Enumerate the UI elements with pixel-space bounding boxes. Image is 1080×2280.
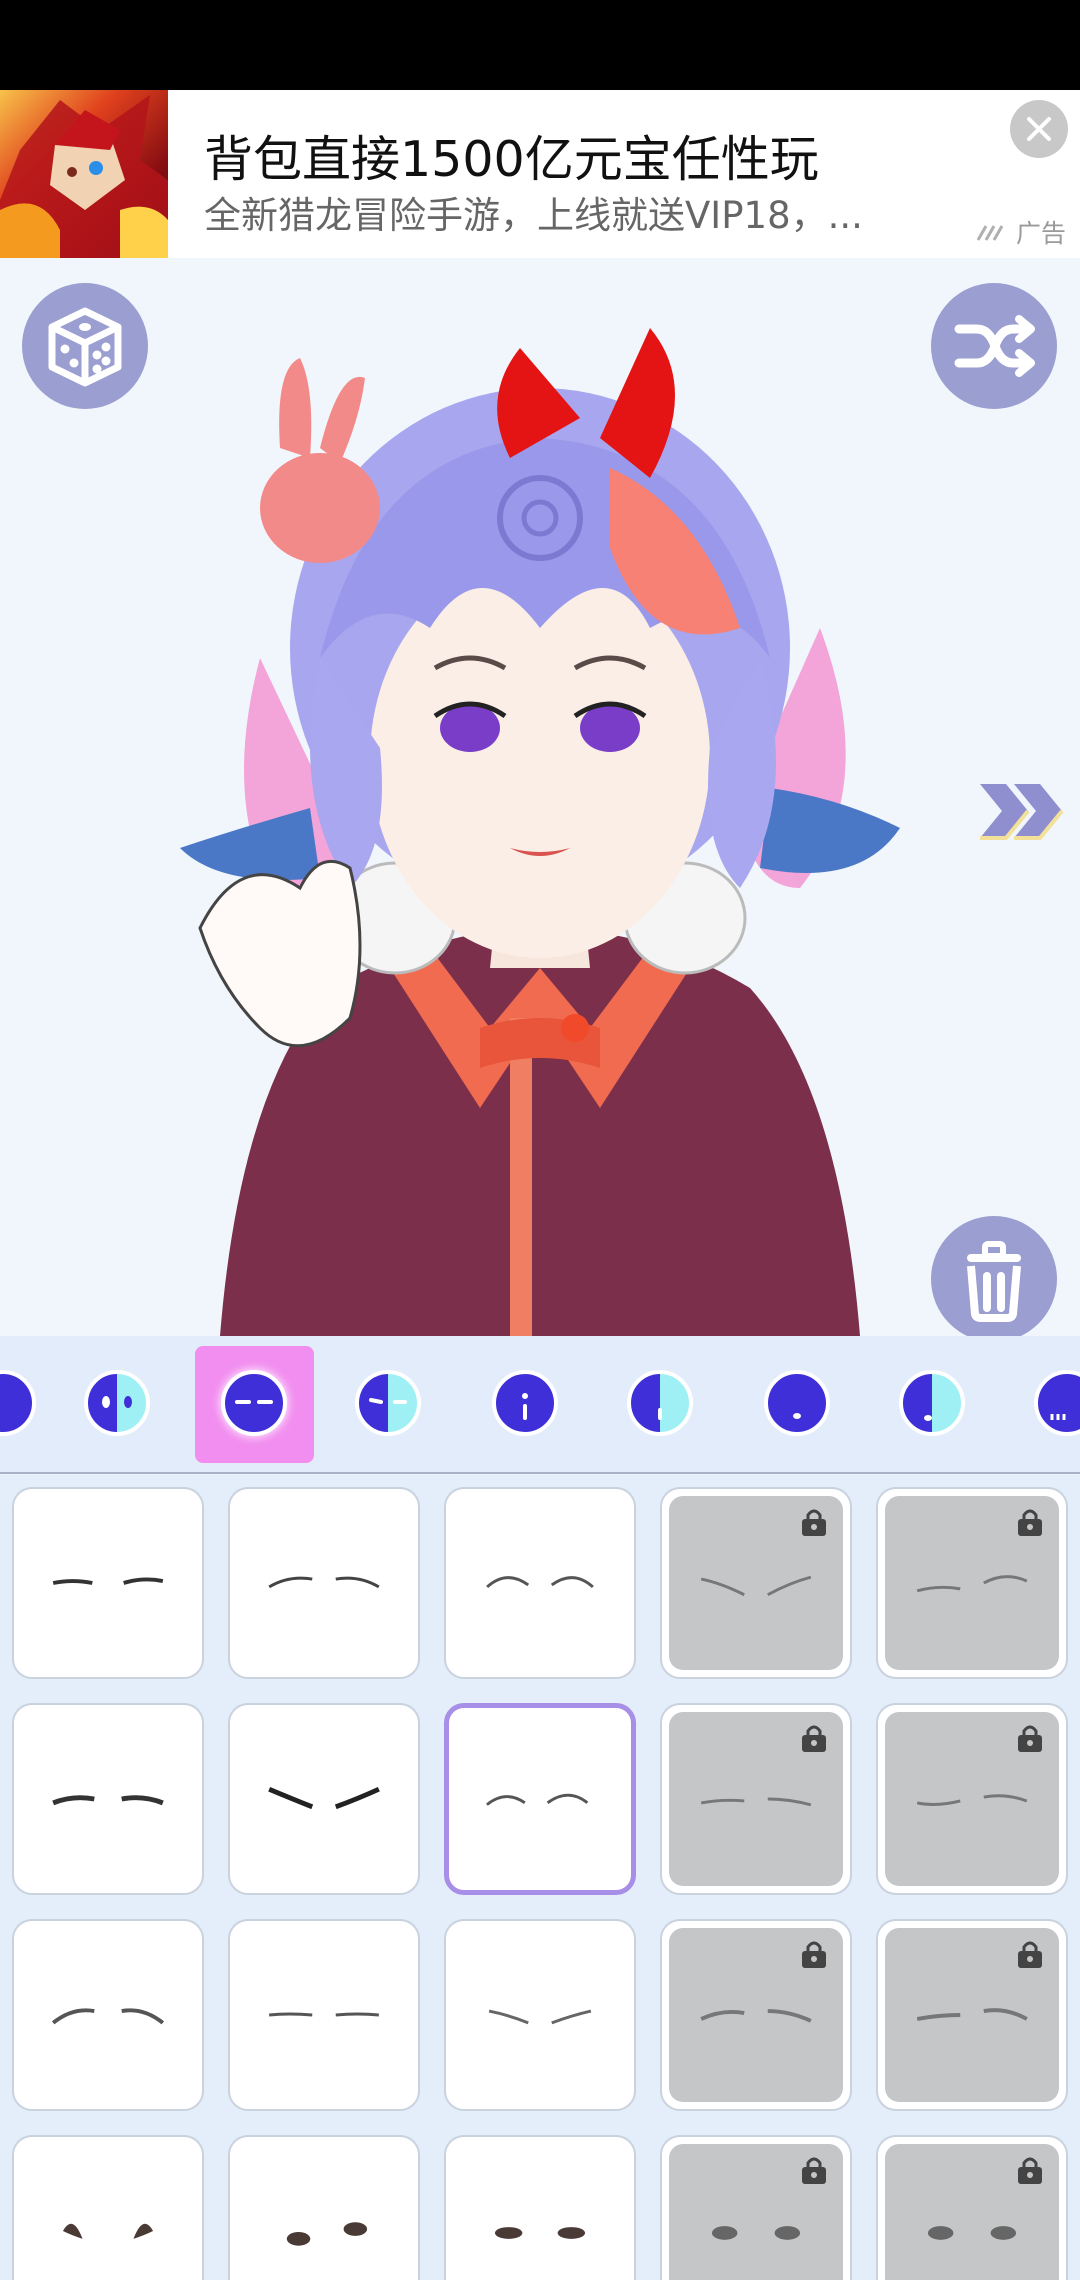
- lock-icon: [802, 1509, 826, 1536]
- double-chevron-right-icon[interactable]: [978, 778, 1064, 844]
- ad-title[interactable]: 背包直接1500亿元宝任性玩: [204, 120, 819, 191]
- eyebrow-option-locked[interactable]: [660, 1703, 852, 1895]
- category-eyes-full[interactable]: [0, 1370, 36, 1436]
- eyebrow-option-selected[interactable]: [444, 1703, 636, 1895]
- eyebrow-option-locked[interactable]: [876, 2135, 1068, 2280]
- lock-icon: [1018, 1941, 1042, 1968]
- eyebrow-option-locked[interactable]: [876, 1919, 1068, 2111]
- ad-thumbnail[interactable]: [0, 90, 168, 258]
- category-eyes-glow[interactable]: [221, 1370, 287, 1436]
- ad-banner[interactable]: 背包直接1500亿元宝任性玩 全新猎龙冒险手游，上线就送VIP18，... 广告: [0, 90, 1080, 258]
- ad-label: 广告: [1016, 220, 1067, 248]
- eyebrow-option[interactable]: [12, 1919, 204, 2111]
- category-nose[interactable]: [492, 1370, 558, 1436]
- character-avatar: [180, 328, 900, 1336]
- status-bar: [0, 0, 1080, 90]
- category-eyes-half[interactable]: [84, 1370, 150, 1436]
- trash-icon: [967, 1241, 1021, 1322]
- category-toolbar: [0, 1336, 1080, 1474]
- eyebrow-option-locked[interactable]: [660, 1919, 852, 2111]
- lock-icon: [1018, 1725, 1042, 1752]
- eyebrow-option-locked[interactable]: [876, 1487, 1068, 1679]
- eyebrow-option[interactable]: [444, 2135, 636, 2280]
- category-more[interactable]: [1034, 1370, 1080, 1436]
- eyebrow-option-locked[interactable]: [876, 1703, 1068, 1895]
- eyebrow-option[interactable]: [444, 1487, 636, 1679]
- character-stage: [0, 258, 1080, 1336]
- delete-button[interactable]: [931, 1216, 1057, 1336]
- category-mouth-half[interactable]: [899, 1370, 965, 1436]
- close-icon[interactable]: [1010, 100, 1068, 158]
- category-nose-half[interactable]: [627, 1370, 693, 1436]
- eyebrow-option[interactable]: [12, 1703, 204, 1895]
- eyebrow-option[interactable]: [12, 1487, 204, 1679]
- eyebrow-option-locked[interactable]: [660, 1487, 852, 1679]
- eyebrow-option[interactable]: [12, 2135, 204, 2280]
- eyebrow-grid: [0, 1475, 1080, 2280]
- eyebrow-option[interactable]: [228, 1703, 420, 1895]
- category-eyes-half-lines[interactable]: [355, 1370, 421, 1436]
- ad-description[interactable]: 全新猎龙冒险手游，上线就送VIP18，...: [204, 185, 863, 239]
- lock-icon: [802, 1725, 826, 1752]
- eyebrow-option-locked[interactable]: [660, 2135, 852, 2280]
- eyebrow-option[interactable]: [228, 1919, 420, 2111]
- eyebrow-option[interactable]: [228, 1487, 420, 1679]
- random-dice-button[interactable]: [22, 283, 148, 409]
- shuffle-icon: [954, 315, 1035, 377]
- eyebrow-option[interactable]: [228, 2135, 420, 2280]
- ad-mark-icon: [976, 225, 1004, 241]
- eyebrow-option[interactable]: [444, 1919, 636, 2111]
- dice-icon: [48, 307, 122, 387]
- lock-icon: [1018, 2157, 1042, 2184]
- lock-icon: [802, 2157, 826, 2184]
- lock-icon: [1018, 1509, 1042, 1536]
- shuffle-button[interactable]: [931, 283, 1057, 409]
- lock-icon: [802, 1941, 826, 1968]
- category-mouth[interactable]: [764, 1370, 830, 1436]
